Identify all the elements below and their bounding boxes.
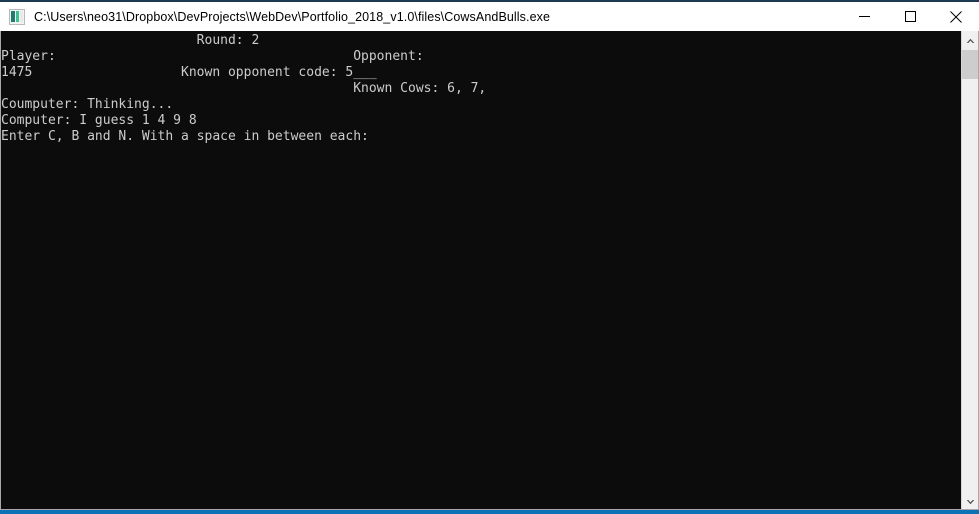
title-bar[interactable]: C:\Users\neo31\Dropbox\DevProjects\WebDe… [0, 2, 979, 31]
window-title: C:\Users\neo31\Dropbox\DevProjects\WebDe… [34, 9, 551, 24]
taskbar-accent [0, 510, 979, 514]
maximize-icon [904, 11, 916, 22]
scrollbar-thumb[interactable] [962, 50, 978, 79]
maximize-button[interactable] [887, 2, 933, 31]
console-output: Round: 2 Player: Opponent: 1475 Known op… [1, 33, 487, 144]
window-controls [841, 2, 979, 31]
scroll-down-button[interactable] [962, 492, 978, 509]
close-button[interactable] [933, 2, 979, 31]
console-body[interactable]: Round: 2 Player: Opponent: 1475 Known op… [0, 31, 979, 510]
vertical-scrollbar[interactable] [961, 31, 978, 509]
minimize-button[interactable] [841, 2, 887, 31]
close-icon [950, 10, 962, 23]
console-app-icon [9, 8, 25, 25]
console-window: C:\Users\neo31\Dropbox\DevProjects\WebDe… [0, 0, 979, 514]
console-screen[interactable]: Round: 2 Player: Opponent: 1475 Known op… [1, 31, 963, 509]
chevron-down-icon [966, 492, 975, 510]
chevron-up-icon [966, 31, 975, 49]
scroll-up-button[interactable] [962, 31, 978, 48]
minimize-icon [858, 11, 870, 22]
